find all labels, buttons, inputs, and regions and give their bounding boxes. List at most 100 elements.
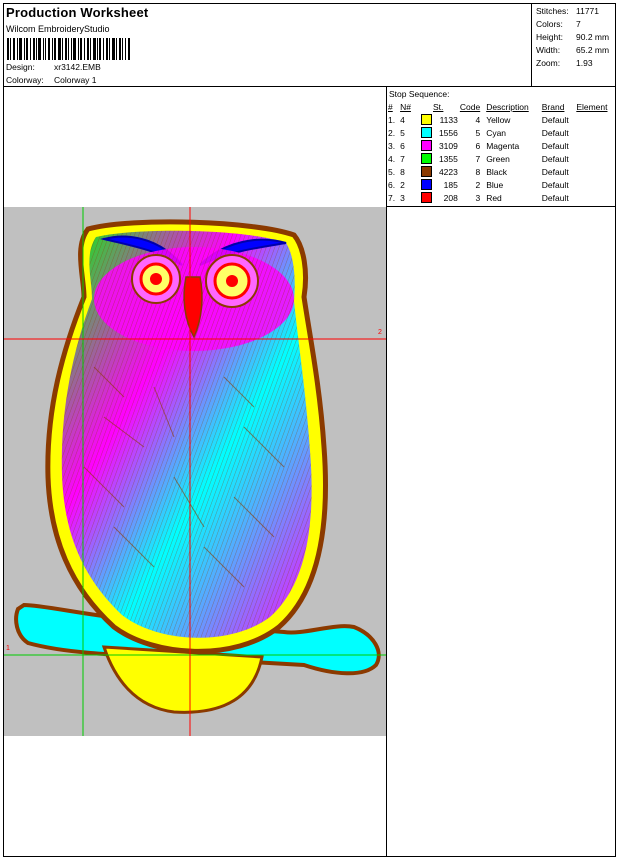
stop-sequence-row: 6. 2 185 2 Blue Default bbox=[388, 178, 615, 191]
needle-num: 2 bbox=[400, 179, 405, 190]
col-header-code: Code bbox=[459, 101, 481, 112]
zoom-label: Zoom: bbox=[536, 58, 561, 68]
col-header-num: # bbox=[388, 101, 393, 112]
stop-sequence-panel: Stop Sequence: # N# St. Code Description… bbox=[387, 87, 615, 207]
stop-sequence-row: 4. 7 1355 7 Green Default bbox=[388, 152, 615, 165]
needle-num: 7 bbox=[400, 153, 405, 164]
color-code: 3 bbox=[475, 192, 481, 203]
color-brand: Default bbox=[541, 153, 569, 164]
stop-sequence-title: Stop Sequence: bbox=[389, 89, 450, 99]
element bbox=[576, 165, 615, 178]
stop-num: 4. bbox=[388, 153, 396, 164]
stop-sequence-row: 1. 4 1133 4 Yellow Default bbox=[388, 113, 615, 126]
color-description: Magenta bbox=[486, 140, 520, 151]
element bbox=[576, 113, 615, 126]
color-swatch bbox=[421, 152, 433, 165]
element bbox=[576, 178, 615, 191]
color-code: 7 bbox=[475, 153, 481, 164]
zoom-row: Zoom: 1.93 bbox=[536, 58, 593, 68]
color-swatch bbox=[421, 139, 433, 152]
stitch-count: 208 bbox=[443, 192, 458, 203]
color-code: 6 bbox=[475, 140, 481, 151]
element bbox=[576, 191, 615, 204]
stop-sequence-table: # N# St. Code Description Brand Element … bbox=[388, 100, 615, 204]
width-value: 65.2 mm bbox=[576, 45, 610, 55]
color-swatch-box bbox=[421, 139, 433, 151]
height-row: Height: 90.2 mm bbox=[536, 32, 609, 42]
design-label: Design: bbox=[6, 62, 35, 72]
stop-sequence-row: 2. 5 1556 5 Cyan Default bbox=[388, 126, 615, 139]
color-brand: Default bbox=[541, 192, 569, 203]
colors-value: 7 bbox=[576, 19, 581, 29]
stitch-count: 1556 bbox=[438, 127, 458, 138]
design-stats: Stitches: 11771 Colors: 7 Height: 90.2 mm W… bbox=[531, 4, 616, 86]
zoom-value: 1.93 bbox=[576, 58, 593, 68]
color-swatch bbox=[421, 191, 433, 204]
axis-marker-left: 1 bbox=[6, 645, 10, 652]
owl-left-eye bbox=[131, 254, 181, 304]
colors-label: Colors: bbox=[536, 19, 563, 29]
software-name: Wilcom EmbroideryStudio bbox=[6, 24, 110, 34]
colorway-label: Colorway: bbox=[6, 75, 44, 85]
stop-sequence-row: 7. 3 208 3 Red Default bbox=[388, 191, 615, 204]
color-brand: Default bbox=[541, 166, 569, 177]
width-row: Width: 65.2 mm bbox=[536, 45, 609, 55]
stop-num: 7. bbox=[388, 192, 396, 203]
color-description: Green bbox=[486, 153, 510, 164]
needle-num: 4 bbox=[400, 114, 405, 125]
color-brand: Default bbox=[541, 127, 569, 138]
color-code: 4 bbox=[475, 114, 481, 125]
color-swatch-box bbox=[421, 113, 433, 125]
color-code: 8 bbox=[475, 166, 481, 177]
color-description: Red bbox=[486, 192, 502, 203]
color-swatch-box bbox=[421, 191, 433, 203]
barcode bbox=[7, 38, 130, 60]
stop-sequence-row: 5. 8 4223 8 Black Default bbox=[388, 165, 615, 178]
stitch-count: 185 bbox=[443, 179, 458, 190]
color-swatch bbox=[421, 113, 433, 126]
color-swatch bbox=[421, 126, 433, 139]
stop-num: 3. bbox=[388, 140, 396, 151]
color-brand: Default bbox=[541, 179, 569, 190]
stop-num: 1. bbox=[388, 114, 396, 125]
color-swatch bbox=[421, 178, 433, 191]
page-title: Production Worksheet bbox=[6, 5, 149, 20]
color-swatch bbox=[421, 165, 433, 178]
element bbox=[576, 126, 615, 139]
design-preview: 2 1 bbox=[4, 207, 386, 736]
header-info: Production Worksheet Wilcom EmbroiderySt… bbox=[4, 4, 531, 86]
color-swatch-box bbox=[421, 165, 433, 177]
stitch-count: 3109 bbox=[438, 140, 458, 151]
color-swatch-box bbox=[421, 126, 433, 138]
color-description: Cyan bbox=[486, 127, 507, 138]
height-label: Height: bbox=[536, 32, 563, 42]
element bbox=[576, 139, 615, 152]
design-row: Design: xr3142.EMB bbox=[6, 62, 101, 72]
colors-row: Colors: 7 bbox=[536, 19, 581, 29]
col-header-st: St. bbox=[432, 101, 444, 112]
color-code: 5 bbox=[475, 127, 481, 138]
stop-sequence-row: 3. 6 3109 6 Magenta Default bbox=[388, 139, 615, 152]
element bbox=[576, 152, 615, 165]
color-description: Black bbox=[486, 166, 507, 177]
stop-num: 5. bbox=[388, 166, 396, 177]
colorway-row: Colorway: Colorway 1 bbox=[6, 75, 97, 85]
width-label: Width: bbox=[536, 45, 561, 55]
col-header-swatch bbox=[421, 100, 433, 113]
needle-num: 6 bbox=[400, 140, 405, 151]
color-code: 2 bbox=[475, 179, 481, 190]
stop-num: 6. bbox=[388, 179, 396, 190]
color-description: Blue bbox=[486, 179, 504, 190]
col-header-description: Description bbox=[486, 101, 529, 112]
stitches-value: 11771 bbox=[576, 6, 600, 16]
axis-marker-right: 2 bbox=[378, 329, 382, 336]
col-header-brand: Brand bbox=[541, 101, 565, 112]
design-value: xr3142.EMB bbox=[54, 62, 101, 72]
color-brand: Default bbox=[541, 140, 569, 151]
color-description: Yellow bbox=[486, 114, 511, 125]
stop-sequence-header-row: # N# St. Code Description Brand Element bbox=[388, 100, 615, 113]
needle-num: 3 bbox=[400, 192, 405, 203]
col-header-n: N# bbox=[400, 101, 411, 112]
stitches-row: Stitches: 11771 bbox=[536, 6, 599, 16]
stitches-label: Stitches: bbox=[536, 6, 569, 16]
